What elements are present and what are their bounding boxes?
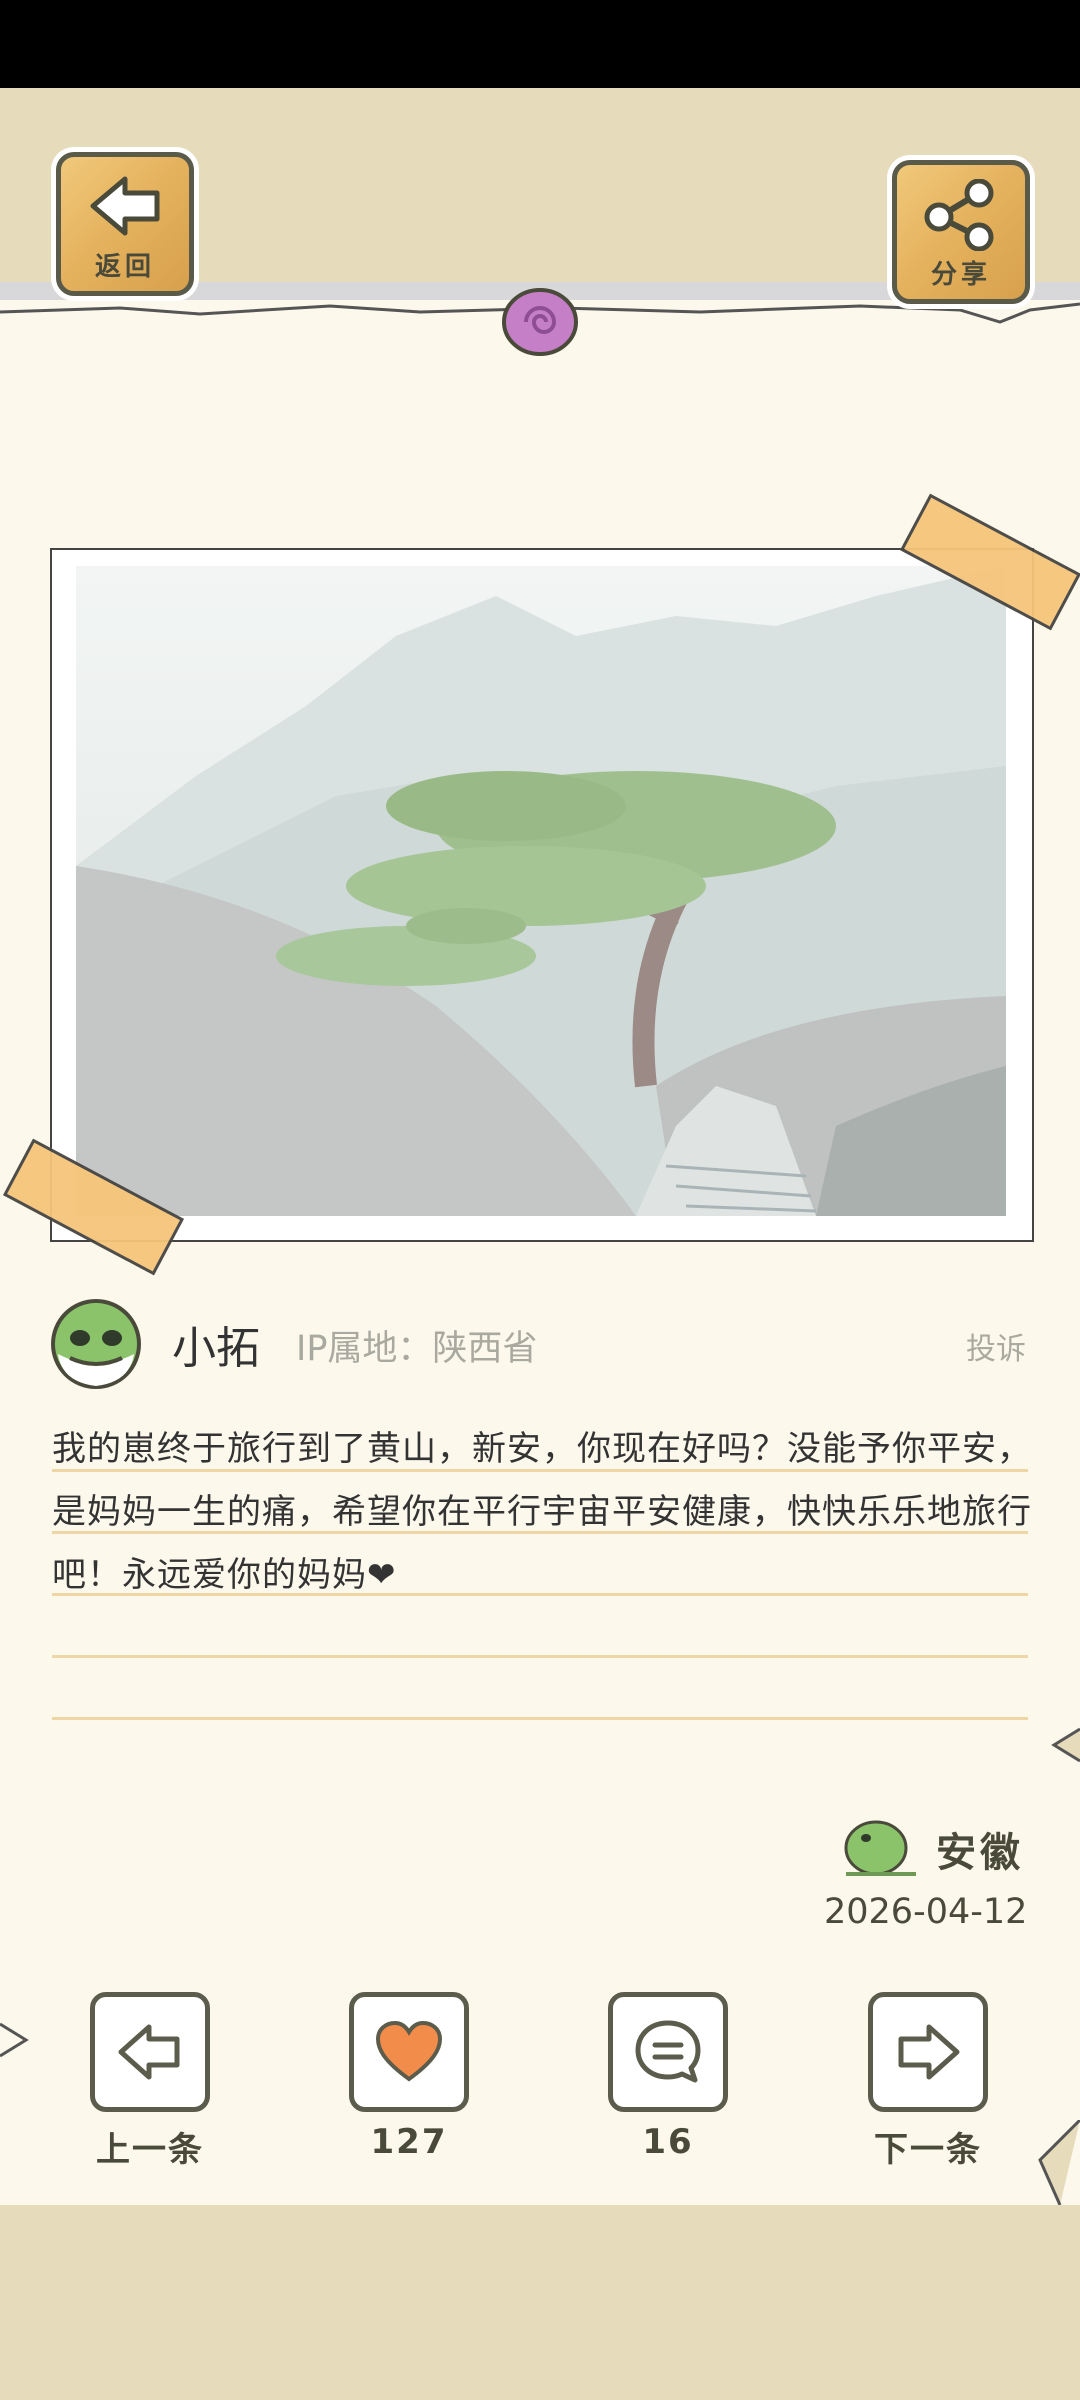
edge-decoration xyxy=(1051,1727,1080,1763)
share-label: 分享 xyxy=(930,260,991,290)
frog-avatar[interactable] xyxy=(50,1298,142,1390)
comment-button[interactable] xyxy=(608,1992,728,2112)
province-label: 安徽 xyxy=(936,1830,1024,1876)
back-button[interactable]: 返回 xyxy=(56,152,194,296)
share-icon xyxy=(924,179,994,251)
message-text: 我的崽终于旅行到了黄山，新安，你现在好吗？没能予你平安，是妈妈一生的痛，希望你在… xyxy=(52,1429,1032,1595)
author-name[interactable]: 小拓 xyxy=(172,1312,260,1376)
arrow-left-icon xyxy=(90,176,160,236)
arrow-right-icon xyxy=(898,2024,960,2080)
ip-location: IP属地：陕西省 xyxy=(296,1329,538,1369)
frog-icon xyxy=(844,1820,916,1876)
bottom-band xyxy=(0,2205,1080,2400)
share-button[interactable]: 分享 xyxy=(892,160,1030,304)
like-button[interactable] xyxy=(349,1992,469,2112)
next-button[interactable] xyxy=(868,1992,988,2112)
like-count: 127 xyxy=(370,2122,448,2162)
prev-button[interactable] xyxy=(90,1992,210,2112)
comment-count: 16 xyxy=(642,2122,694,2162)
snail-icon xyxy=(502,288,578,356)
comment-icon xyxy=(635,2020,701,2083)
edge-decoration xyxy=(0,2022,29,2058)
next-label: 下一条 xyxy=(874,2130,982,2170)
back-label: 返回 xyxy=(94,252,155,282)
postcard-photo[interactable] xyxy=(76,566,1006,1216)
prev-label: 上一条 xyxy=(96,2130,204,2170)
post-date: 2026-04-12 xyxy=(824,1892,1028,1932)
complaint-link[interactable]: 投诉 xyxy=(966,1324,1026,1368)
edge-decoration xyxy=(1038,2120,1080,2205)
status-bar xyxy=(0,0,1080,88)
arrow-left-icon xyxy=(118,2024,180,2080)
heart-icon xyxy=(375,2020,443,2082)
